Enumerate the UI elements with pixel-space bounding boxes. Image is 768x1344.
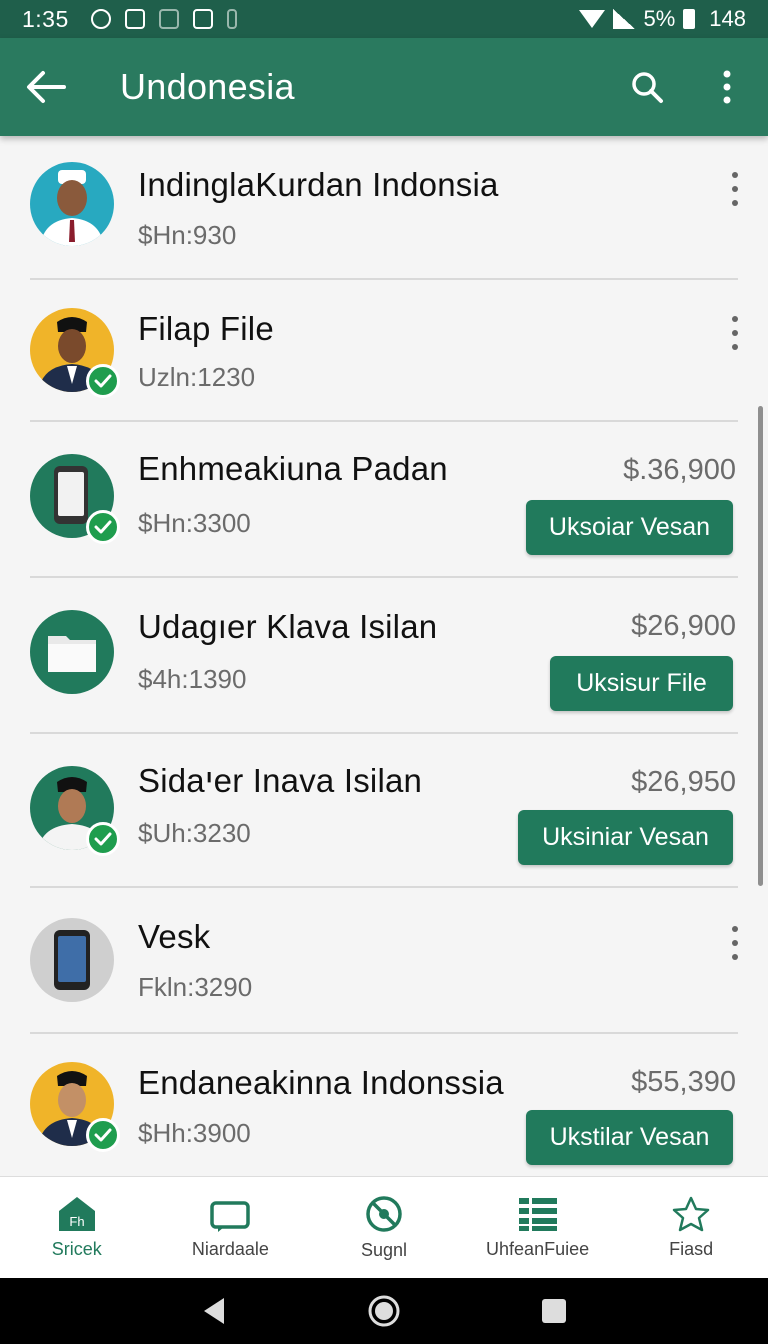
image-icon [192, 9, 213, 29]
back-button[interactable] [0, 38, 92, 136]
item-title: Udagıer Klava Isilan [138, 608, 438, 645]
avatar [30, 1062, 120, 1152]
item-title: Filap File [138, 310, 274, 347]
nav-item-sricek[interactable]: Fh Sricek [0, 1177, 154, 1278]
more-vert-icon [723, 70, 731, 104]
nav-item-fiasd[interactable]: Fiasd [614, 1177, 768, 1278]
system-navigation-bar [0, 1278, 768, 1344]
briefcase-icon [210, 1201, 251, 1232]
item-subtitle: $Hh:3900 [138, 1118, 251, 1148]
alarm-icon [90, 9, 111, 29]
nav-label: Sricek [51, 1239, 102, 1259]
nav-item-uhfeanfuiee[interactable]: UhfeanFuiee [461, 1177, 615, 1278]
search-icon [632, 72, 663, 103]
app-bar: Undonesia [0, 38, 768, 136]
status-bar: 1:35 5% 148 [0, 0, 768, 38]
item-action-button[interactable]: Uksoiar Vesan [526, 500, 733, 555]
item-subtitle: $4h:1390 [138, 664, 247, 694]
nav-label: UhfeanFuiee [486, 1239, 590, 1259]
avatar [30, 162, 114, 246]
list-item[interactable]: Endaneakinna Indonssia $Hh:3900 $55,390 … [0, 1034, 768, 1176]
home-icon: Fh [58, 1197, 95, 1231]
page-title: Undonesia [120, 66, 295, 107]
sim-icon [158, 9, 179, 29]
nav-label: Niardaale [191, 1239, 269, 1259]
overflow-menu-button[interactable] [686, 38, 768, 136]
status-extra: 148 [709, 6, 746, 31]
item-price: $26,900 [631, 610, 736, 642]
verified-check-icon [86, 1118, 120, 1152]
search-button[interactable] [608, 38, 686, 136]
item-title: Sidaיer Inava Isilan [138, 762, 423, 799]
avatar [30, 918, 114, 1002]
scrollbar[interactable] [758, 406, 763, 886]
battery-saver-icon [226, 9, 237, 29]
status-notification-icons [90, 9, 237, 29]
star-icon [672, 1196, 710, 1232]
svg-text:Fh: Fh [69, 1214, 84, 1229]
item-subtitle: $Hn:3300 [138, 508, 251, 538]
item-menu-icon[interactable] [730, 316, 740, 350]
list-item[interactable]: Vesk Fkln:3290 [0, 888, 768, 1034]
recents-square-icon[interactable] [540, 1297, 568, 1325]
item-action-button[interactable]: Uksiniar Vesan [518, 810, 733, 865]
verified-check-icon [86, 510, 120, 544]
list-item[interactable]: Sidaיer Inava Isilan $Uh:3230 $26,950 Uk… [0, 734, 768, 888]
nav-label: Sugnl [360, 1240, 407, 1260]
item-price: $26,950 [631, 766, 736, 798]
nav-item-sugnl[interactable]: Sugnl [307, 1177, 461, 1278]
verified-check-icon [86, 364, 120, 398]
back-triangle-icon[interactable] [200, 1296, 228, 1326]
arrow-left-icon [27, 71, 66, 103]
battery-percent: 5% [643, 6, 676, 31]
battery-icon [683, 9, 696, 29]
list-item[interactable]: Filap File Uzln:1230 [0, 280, 768, 422]
verified-check-icon [86, 822, 120, 856]
avatar [30, 454, 120, 544]
item-subtitle: Fkln:3290 [138, 972, 253, 1002]
item-title: IndinglaKurdan Indonsia [138, 166, 499, 203]
avatar [30, 610, 114, 694]
item-subtitle: Uzln:1230 [138, 362, 256, 392]
item-subtitle: $Hn:930 [138, 220, 237, 250]
wifi-icon [579, 10, 606, 28]
item-title: Endaneakinna Indonssia [138, 1064, 504, 1101]
item-action-button[interactable]: Uksisur File [550, 656, 733, 711]
status-time: 1:35 [22, 5, 69, 32]
avatar [30, 308, 120, 398]
list-item[interactable]: Enhmeakiuna Padan $Hn:3300 $.36,900 Ukso… [0, 422, 768, 578]
item-action-button[interactable]: Ukstilar Vesan [526, 1110, 733, 1165]
nav-item-niardaale[interactable]: Niardaale [154, 1177, 308, 1278]
bottom-navigation: Fh Sricek Niardaale Sugnl UhfeanFuiee Fi… [0, 1176, 768, 1278]
home-circle-icon[interactable] [367, 1294, 401, 1328]
item-title: Enhmeakiuna Padan [138, 450, 448, 487]
item-menu-icon[interactable] [730, 172, 740, 206]
item-price: $55,390 [631, 1066, 736, 1098]
item-price: $.36,900 [623, 454, 736, 486]
avatar [30, 766, 120, 856]
item-menu-icon[interactable] [730, 926, 740, 960]
list-item[interactable]: Udagıer Klava Isilan $4h:1390 $26,900 Uk… [0, 578, 768, 734]
blocked-icon [366, 1196, 402, 1232]
list-icon [518, 1198, 557, 1231]
notification-icon [124, 9, 145, 29]
item-subtitle: $Uh:3230 [138, 818, 251, 848]
list-item[interactable]: IndinglaKurdan Indonsia $Hn:930 [0, 136, 768, 280]
nav-label: Fiasd [669, 1239, 714, 1259]
item-title: Vesk [138, 918, 211, 955]
contact-list: IndinglaKurdan Indonsia $Hn:930 Filap Fi… [0, 136, 768, 1176]
signal-icon [613, 9, 636, 29]
